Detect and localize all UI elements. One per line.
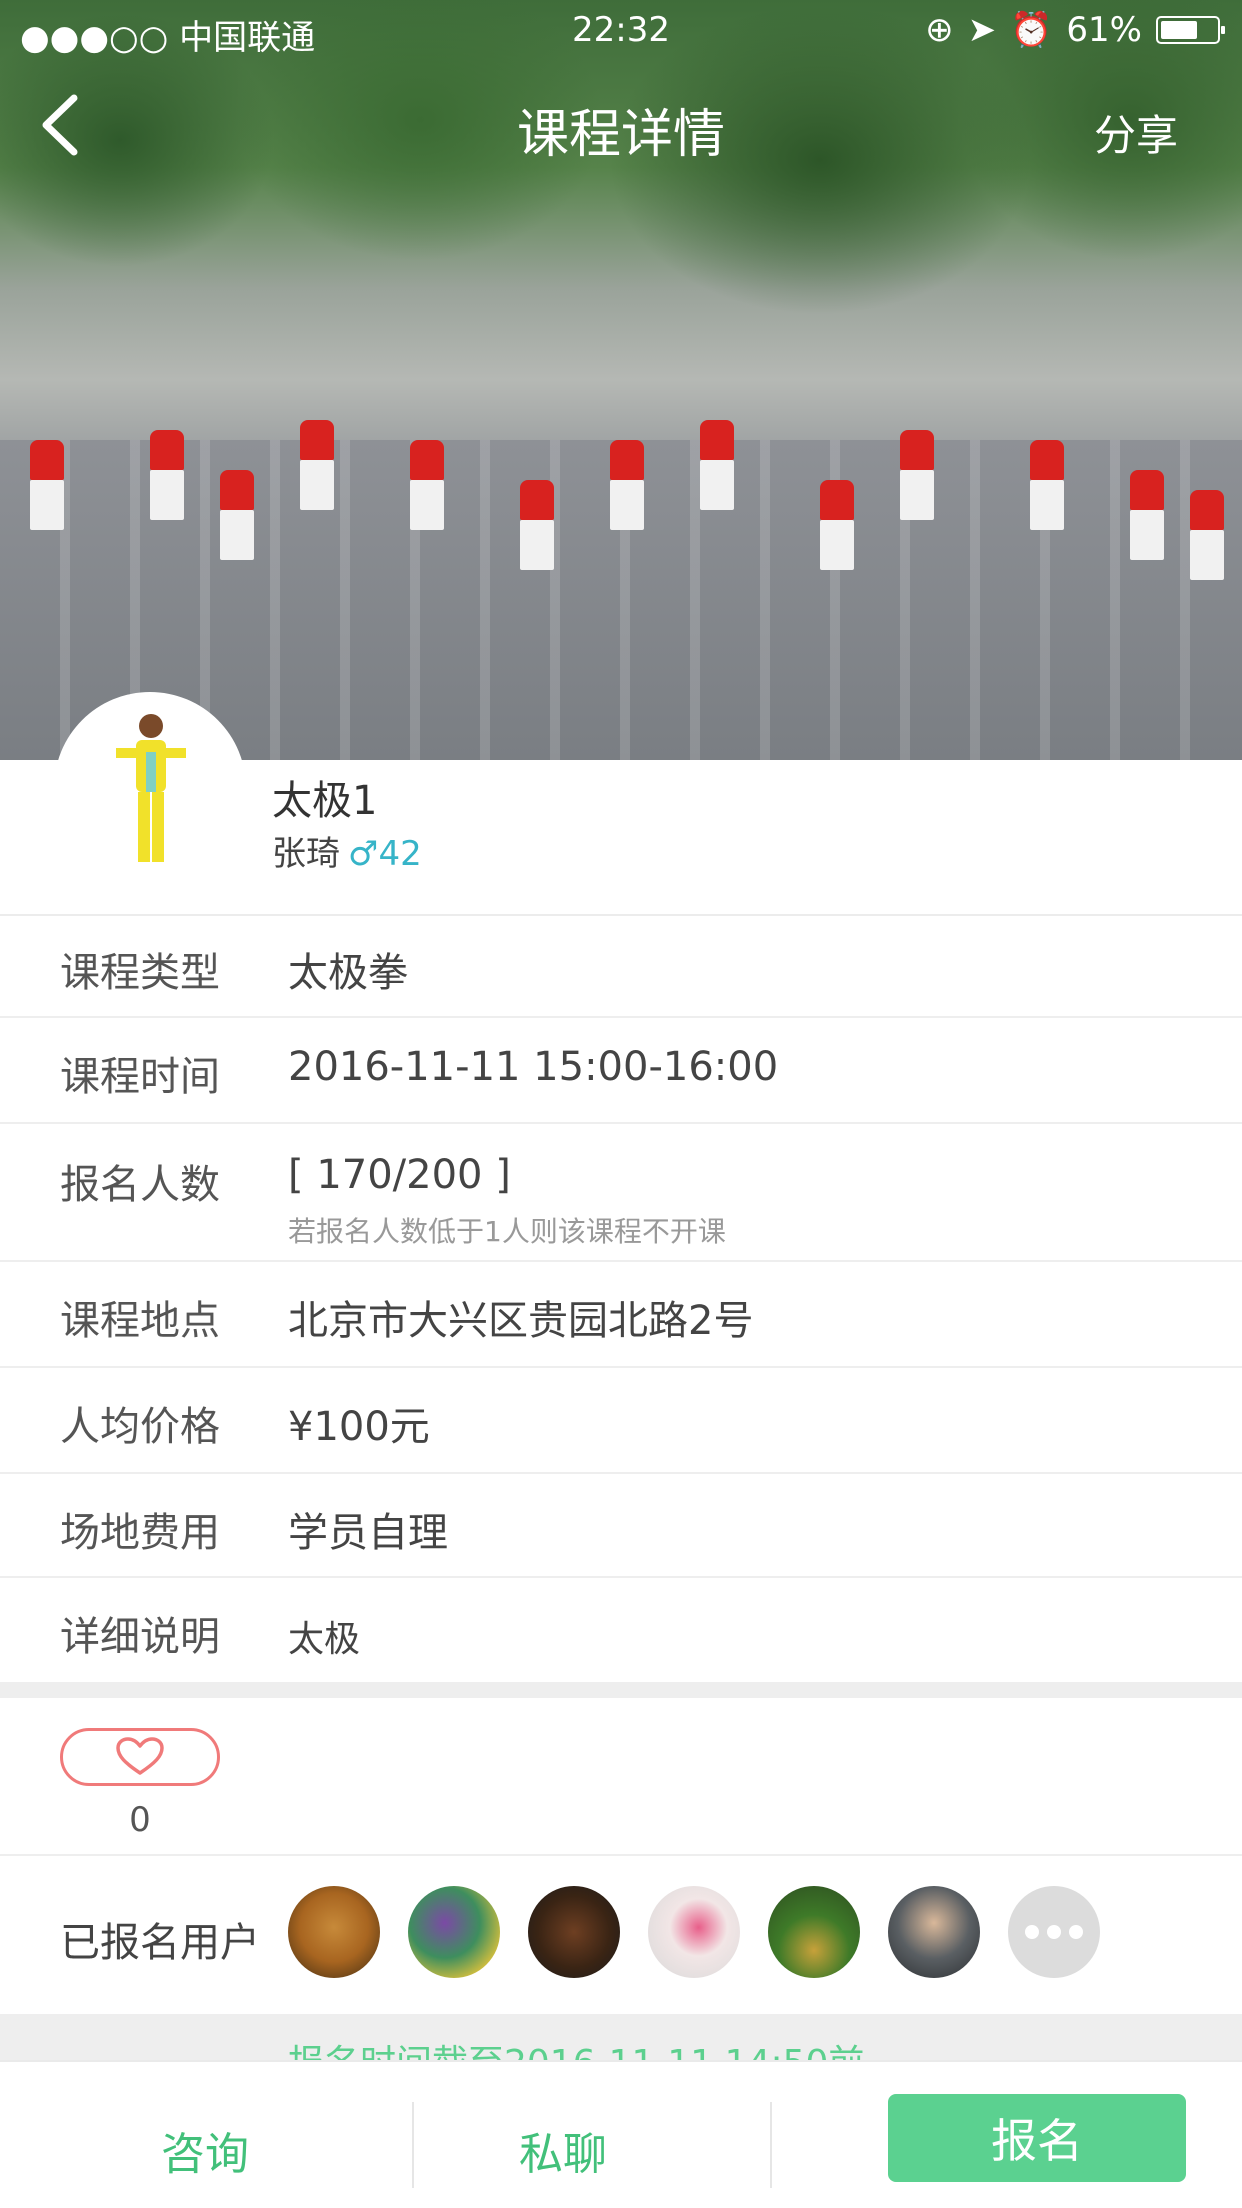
row-divider	[0, 1016, 1242, 1018]
bottom-separator	[412, 2102, 414, 2188]
enrolled-user-avatar[interactable]	[288, 1886, 380, 1978]
time-value: 2016-11-11 15:00-16:00	[288, 1044, 779, 1090]
enrolled-user-avatar[interactable]	[648, 1886, 740, 1978]
teacher-figure-icon	[116, 714, 186, 862]
banner-dancer	[700, 420, 734, 510]
teacher-info: 张琦 ♂42	[272, 826, 422, 875]
more-dot-icon	[1047, 1925, 1061, 1939]
price-value: ¥100元	[288, 1404, 430, 1450]
signup-deadline-notice: 报名时间截至2016-11-11 14:50前	[0, 2014, 1242, 2060]
location-arrow-icon: ➤	[967, 10, 997, 50]
location-value[interactable]: 北京市大兴区贵园北路2号	[288, 1288, 753, 1346]
more-users-button[interactable]	[1008, 1886, 1100, 1978]
type-value: 太极拳	[288, 950, 408, 996]
banner-dancer	[520, 480, 554, 570]
alarm-icon: ⏰	[1010, 10, 1053, 50]
row-divider	[0, 1260, 1242, 1262]
banner-dancer	[1030, 440, 1064, 530]
enrolled-users-label: 已报名用户	[60, 1920, 260, 1966]
private-chat-button[interactable]: 私聊	[418, 2118, 708, 2182]
count-note: 若报名人数低于1人则该课程不开课	[288, 1215, 726, 1248]
enrolled-user-avatar[interactable]	[408, 1886, 500, 1978]
price-label: 人均价格	[60, 1404, 220, 1450]
orientation-lock-icon: ⊕	[925, 10, 954, 50]
row-divider	[0, 1576, 1242, 1578]
page-title: 课程详情	[516, 105, 725, 165]
bottom-separator	[770, 2102, 772, 2188]
location-label: 课程地点	[60, 1298, 220, 1344]
course-name: 太极1	[272, 778, 378, 824]
row-divider	[0, 1122, 1242, 1124]
banner-dancer	[1190, 490, 1224, 580]
venue-label: 场地费用	[60, 1510, 220, 1556]
row-divider	[0, 1854, 1242, 1856]
nav-bar: 课程详情 分享	[0, 60, 1242, 190]
banner-dancer	[610, 440, 644, 530]
type-label: 课程类型	[60, 950, 220, 996]
heart-icon	[116, 1737, 164, 1775]
time-label: 课程时间	[60, 1054, 220, 1100]
section-gap	[0, 1682, 1242, 1698]
row-divider	[0, 1472, 1242, 1474]
signup-deadline-text: 报名时间截至2016-11-11 14:50前	[288, 2034, 864, 2060]
more-dot-icon	[1025, 1925, 1039, 1939]
banner-dancer	[900, 430, 934, 520]
section-divider	[0, 914, 1242, 916]
banner-dancer	[410, 440, 444, 530]
count-value: [ 170/200 ]	[288, 1152, 511, 1198]
row-divider	[0, 1366, 1242, 1368]
teacher-gender-age: ♂42	[348, 834, 422, 874]
banner-dancer	[820, 480, 854, 570]
banner-dancer	[30, 440, 64, 530]
enrolled-user-avatar[interactable]	[768, 1886, 860, 1978]
banner-dancer	[150, 430, 184, 520]
banner-dancer	[220, 470, 254, 560]
teacher-avatar[interactable]	[56, 694, 244, 882]
like-count: 0	[129, 1800, 151, 1840]
more-dot-icon	[1069, 1925, 1083, 1939]
share-button[interactable]: 分享	[1094, 102, 1178, 163]
banner-dancer	[1130, 470, 1164, 560]
enrolled-user-avatar[interactable]	[888, 1886, 980, 1978]
consult-button[interactable]: 咨询	[60, 2118, 350, 2182]
teacher-name: 张琦	[272, 834, 340, 874]
enrolled-user-avatar[interactable]	[528, 1886, 620, 1978]
battery-icon	[1156, 16, 1225, 44]
count-label: 报名人数	[60, 1162, 220, 1208]
like-button[interactable]	[60, 1728, 220, 1786]
detail-value: 太极	[288, 1619, 361, 1660]
battery-percent: 61%	[1066, 10, 1142, 50]
venue-value: 学员自理	[288, 1510, 448, 1556]
detail-label: 详细说明	[60, 1614, 220, 1660]
signup-button[interactable]: 报名	[888, 2094, 1186, 2182]
status-bar: ●●●○○ 中国联通 22:32 ⊕ ➤ ⏰ 61%	[0, 0, 1242, 60]
status-indicators: ⊕ ➤ ⏰ 61%	[925, 10, 1225, 50]
banner-dancer	[300, 420, 334, 510]
bottom-action-bar: 咨询 私聊 报名	[0, 2060, 1242, 2208]
